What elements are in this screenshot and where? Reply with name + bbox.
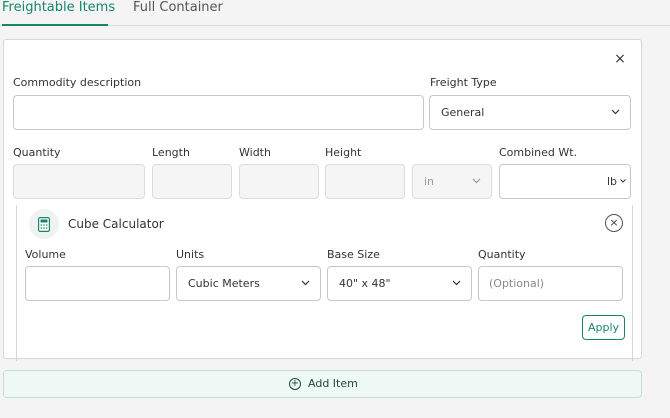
chevron-down-icon xyxy=(611,107,620,116)
width-input[interactable] xyxy=(240,165,318,198)
close-icon[interactable]: × xyxy=(613,52,627,66)
length-label: Length xyxy=(152,146,190,159)
height-input[interactable] xyxy=(326,165,404,198)
freight-type-label: Freight Type xyxy=(430,76,497,89)
add-item-button[interactable]: + Add Item xyxy=(3,370,642,398)
freight-type-select[interactable]: General xyxy=(429,95,631,130)
commodity-label: Commodity description xyxy=(13,76,142,89)
cube-close-icon[interactable]: × xyxy=(605,214,623,232)
width-label: Width xyxy=(239,146,271,159)
combined-weight-field[interactable]: lb xyxy=(499,164,631,199)
length-field[interactable] xyxy=(152,164,232,199)
base-size-label: Base Size xyxy=(327,248,380,261)
cube-calculator-title: Cube Calculator xyxy=(68,217,164,231)
width-field[interactable] xyxy=(239,164,319,199)
freight-type-value: General xyxy=(441,106,485,119)
volume-label: Volume xyxy=(25,248,66,261)
tab-full-container[interactable]: Full Container xyxy=(133,0,223,26)
chevron-down-icon xyxy=(472,176,481,185)
add-item-content: + Add Item xyxy=(289,377,358,391)
tab-freightable-items[interactable]: Freightable Items xyxy=(2,0,115,26)
commodity-field[interactable] xyxy=(13,95,424,130)
cube-calculator-panel: Cube Calculator × Volume Units Cubic Met… xyxy=(16,205,633,361)
length-input[interactable] xyxy=(153,165,231,198)
dimension-unit-value: in xyxy=(424,175,435,188)
add-item-label: Add Item xyxy=(308,377,358,390)
apply-button[interactable]: Apply xyxy=(582,315,625,340)
commodity-input[interactable] xyxy=(14,96,423,129)
units-select[interactable]: Cubic Meters xyxy=(176,266,321,301)
quantity-field[interactable] xyxy=(13,164,145,199)
calculator-icon xyxy=(29,209,59,239)
weight-unit-value[interactable]: lb xyxy=(607,175,617,188)
chevron-down-icon xyxy=(452,278,461,287)
height-field[interactable] xyxy=(325,164,405,199)
chevron-down-icon xyxy=(620,178,626,187)
base-size-select[interactable]: 40" x 48" xyxy=(327,266,472,301)
cube-quantity-label: Quantity xyxy=(478,248,526,261)
base-size-value: 40" x 48" xyxy=(339,277,391,290)
quantity-label: Quantity xyxy=(13,146,61,159)
plus-circle-icon: + xyxy=(289,378,301,390)
volume-input[interactable] xyxy=(26,267,169,300)
quantity-input[interactable] xyxy=(14,165,144,198)
cube-quantity-input[interactable] xyxy=(479,267,622,300)
units-label: Units xyxy=(176,248,205,261)
chevron-down-icon xyxy=(301,278,310,287)
freight-item-card: × Commodity description Freight Type Gen… xyxy=(3,39,642,361)
units-value: Cubic Meters xyxy=(188,277,260,290)
tab-bar: Freightable Items Full Container xyxy=(0,0,670,26)
combined-weight-input[interactable] xyxy=(500,165,595,198)
combined-weight-label: Combined Wt. xyxy=(499,146,578,159)
height-label: Height xyxy=(325,146,362,159)
dimension-unit-select[interactable]: in xyxy=(412,164,492,199)
volume-field[interactable] xyxy=(25,266,170,301)
cube-quantity-field[interactable] xyxy=(478,266,623,301)
